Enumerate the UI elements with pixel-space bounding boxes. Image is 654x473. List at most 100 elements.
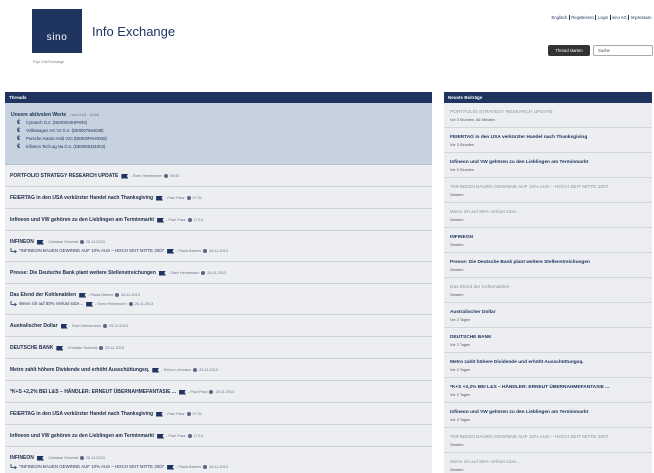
recent-post-item[interactable]: *K+S +2,2% BEI L&S – HÄNDLER: ERNEUT ÜBE… bbox=[444, 378, 652, 403]
thread-date: 26.11.2013 bbox=[85, 456, 105, 460]
recent-post-title[interactable]: PORTFOLIO STRATEGY RESEARCH UPDATE bbox=[450, 109, 646, 117]
thread-title[interactable]: FEIERTAG in den USA verkürzter Handel na… bbox=[10, 410, 153, 418]
recent-post-item[interactable]: Infineon und VW gehören zu den Lieblinge… bbox=[444, 403, 652, 428]
reply-title[interactable]: *INFINEON BAUEN GEWINNE AUF 10% AUS – HO… bbox=[19, 463, 164, 471]
recent-post-title[interactable]: FEIERTAG in den USA verkürzter Handel na… bbox=[450, 134, 646, 142]
recent-post-item[interactable]: DEUTSCHE BANK Vor 2 Tagen bbox=[444, 328, 652, 353]
recent-post-title[interactable]: Infineon und VW gehören zu den Lieblinge… bbox=[450, 409, 646, 417]
thread-author[interactable]: - Paula Balmer bbox=[88, 291, 113, 299]
recent-post-item[interactable]: Australischer Dollar Vor 2 Tagen bbox=[444, 303, 652, 328]
user-status-icon bbox=[186, 412, 191, 416]
sino-logo[interactable]: sino bbox=[32, 9, 82, 53]
search-input[interactable] bbox=[593, 45, 653, 56]
thread-line: PORTFOLIO STRATEGY RESEARCH UPDATE - Sve… bbox=[10, 172, 427, 180]
featured-title[interactable]: Unsere aktivsten Werte bbox=[11, 111, 66, 119]
thread-author[interactable]: - Christian Schmidt bbox=[46, 238, 78, 246]
euro-icon: € bbox=[17, 136, 21, 142]
recent-post-title[interactable]: *INFINEON BAUEN GEWINNE AUF 10% AUS – HO… bbox=[450, 184, 646, 192]
recent-post-item[interactable]: FEIERTAG in den USA verkürzter Handel na… bbox=[444, 128, 652, 153]
flag-icon bbox=[157, 433, 165, 439]
thread-title[interactable]: INFINEON bbox=[10, 238, 34, 246]
user-status-icon bbox=[201, 271, 206, 275]
thread-author[interactable]: - Christian Schmidt bbox=[65, 344, 97, 352]
thread-author[interactable]: - Paul Pasz bbox=[165, 410, 184, 418]
flag-icon bbox=[121, 173, 129, 179]
reply-author[interactable]: - Paula Balmer bbox=[176, 247, 201, 255]
recent-post-item[interactable]: *INFINEON BAUEN GEWINNE AUF 10% AUS – HO… bbox=[444, 178, 652, 203]
recent-post-title[interactable]: *INFINEON BAUEN GEWINNE AUF 10% AUS – HO… bbox=[450, 434, 646, 442]
thread-author[interactable]: - Paul Pasz bbox=[166, 216, 185, 224]
reply-author[interactable]: - Sven Heinemann bbox=[95, 300, 126, 308]
recent-post-item[interactable]: Wenn ich auf 80% Verlust sitze... Gester… bbox=[444, 203, 652, 228]
recent-posts-heading: Neuste Beiträge bbox=[444, 92, 652, 103]
recent-post-time: Gestern bbox=[450, 218, 464, 222]
thread-title[interactable]: Infineon und VW gehören zu den Lieblinge… bbox=[10, 216, 154, 224]
reply-arrow-icon bbox=[10, 464, 17, 470]
top-link[interactable]: sino AG bbox=[609, 15, 629, 20]
reply-title[interactable]: Wenn ich auf 80% Verlust sitze... bbox=[19, 300, 83, 308]
recent-post-title[interactable]: INFINEON bbox=[450, 234, 646, 242]
recent-post-item[interactable]: Metro zahlt höhere Dividende und erhöht … bbox=[444, 353, 652, 378]
thread-author[interactable]: - Paul Pasz bbox=[188, 388, 207, 396]
user-status-icon bbox=[203, 249, 208, 253]
recent-post-title[interactable]: Das Elend der Kohlenaktien bbox=[450, 284, 646, 292]
recent-post-item[interactable]: Wenn ich auf 80% Verlust sitze... Gester… bbox=[444, 453, 652, 473]
top-link[interactable]: Registrieren bbox=[568, 15, 596, 20]
thread-title[interactable]: DEUTSCHE BANK bbox=[10, 344, 53, 352]
recent-post-title[interactable]: *K+S +2,2% BEI L&S – HÄNDLER: ERNEUT ÜBE… bbox=[450, 384, 646, 392]
stock-item[interactable]: € Volkswagen AG Vz G.n. (DE0007664039) bbox=[11, 127, 426, 135]
thread-author[interactable]: - Sven Heinemann bbox=[70, 322, 101, 330]
recent-post-time: Vor 3 Tagen bbox=[450, 418, 471, 422]
stock-item[interactable]: € Infineon Tech.ag Na O.n. (DE0006231004… bbox=[11, 143, 426, 151]
thread-title[interactable]: *K+S +2,2% BEI L&S – HÄNDLER: ERNEUT ÜBE… bbox=[10, 388, 176, 396]
thread-title[interactable]: Das Elend der Kohlenaktien bbox=[10, 291, 76, 299]
recent-post-item[interactable]: PORTFOLIO STRATEGY RESEARCH UPDATE Vor 3… bbox=[444, 103, 652, 128]
thread-title[interactable]: PORTFOLIO STRATEGY RESEARCH UPDATE bbox=[10, 172, 118, 180]
thread-row: Infineon und VW gehören zu den Lieblinge… bbox=[5, 425, 432, 447]
reply-date: 26.11.2013 bbox=[209, 249, 228, 253]
user-status-icon bbox=[209, 390, 214, 394]
recent-post-title[interactable]: Metro zahlt höhere Dividende und erhöht … bbox=[450, 359, 646, 367]
reply-line: *INFINEON BAUEN GEWINNE AUF 10% AUS – HO… bbox=[10, 247, 427, 255]
top-link[interactable]: Login bbox=[595, 15, 609, 20]
recent-post-title[interactable]: Infineon und VW gehören zu den Lieblinge… bbox=[450, 159, 646, 167]
thread-date: 25.11.2013 bbox=[108, 324, 128, 328]
recent-post-item[interactable]: INFINEON Gestern bbox=[444, 228, 652, 253]
recent-post-title[interactable]: DEUTSCHE BANK bbox=[450, 334, 646, 342]
recent-post-title[interactable]: Wenn ich auf 80% Verlust sitze... bbox=[450, 209, 646, 217]
recent-post-item[interactable]: Infineon und VW gehören zu den Lieblinge… bbox=[444, 153, 652, 178]
new-thread-button[interactable]: Thread starten bbox=[548, 45, 590, 56]
recent-post-title[interactable]: Wenn ich auf 80% Verlust sitze... bbox=[450, 459, 646, 467]
recent-post-time: Vor 2 Tagen bbox=[450, 343, 471, 347]
thread-title[interactable]: INFINEON bbox=[10, 454, 34, 462]
flag-icon bbox=[179, 389, 187, 395]
thread-author[interactable]: - Sven Heinemann bbox=[168, 269, 199, 277]
top-link[interactable]: Englisch bbox=[550, 15, 569, 20]
thread-date: 26.11.2013 bbox=[85, 240, 105, 244]
recent-post-time: Gestern bbox=[450, 468, 464, 472]
thread-row: Australischer Dollar - Sven Heinemann 25… bbox=[5, 315, 432, 337]
flag-icon bbox=[156, 195, 164, 201]
thread-author[interactable]: - Sven Heinemann bbox=[130, 172, 161, 180]
thread-title[interactable]: Metro zahlt höhere Dividende und erhöht … bbox=[10, 366, 149, 374]
reply-title[interactable]: *INFINEON BAUEN GEWINNE AUF 10% AUS – HO… bbox=[19, 247, 164, 255]
recent-post-title[interactable]: Presse: Die Deutsche Bank plant weitere … bbox=[450, 259, 646, 267]
stock-item[interactable]: € Cytotech G.n. (DE000A0HPAR9) bbox=[11, 119, 426, 127]
thread-title[interactable]: FEIERTAG in den USA verkürzter Handel na… bbox=[10, 194, 153, 202]
reply-author[interactable]: - Paula Balmer bbox=[176, 463, 201, 471]
recent-post-time: Vor 3 Stunden, 56 Minuten bbox=[450, 118, 495, 122]
thread-author[interactable]: - Paul Pasz bbox=[165, 194, 184, 202]
thread-author[interactable]: - Christian Schmidt bbox=[46, 454, 78, 462]
recent-post-item[interactable]: Presse: Die Deutsche Bank plant weitere … bbox=[444, 253, 652, 278]
stock-item[interactable]: € Porsche Autom.Hold Vzo (DE000PAH0038) bbox=[11, 135, 426, 143]
thread-title[interactable]: Infineon und VW gehören zu den Lieblinge… bbox=[10, 432, 154, 440]
thread-title[interactable]: Presse: Die Deutsche Bank plant weitere … bbox=[10, 269, 156, 277]
top-link[interactable]: Impressum bbox=[628, 15, 653, 20]
thread-author[interactable]: - Paul Pasz bbox=[166, 432, 185, 440]
thread-author[interactable]: - Enrico Lehmann bbox=[161, 366, 191, 374]
recent-post-title[interactable]: Australischer Dollar bbox=[450, 309, 646, 317]
thread-row: Das Elend der Kohlenaktien - Paula Balme… bbox=[5, 284, 432, 315]
thread-title[interactable]: Australischer Dollar bbox=[10, 322, 58, 330]
recent-post-item[interactable]: Das Elend der Kohlenaktien Gestern bbox=[444, 278, 652, 303]
recent-post-item[interactable]: *INFINEON BAUEN GEWINNE AUF 10% AUS – HO… bbox=[444, 428, 652, 453]
